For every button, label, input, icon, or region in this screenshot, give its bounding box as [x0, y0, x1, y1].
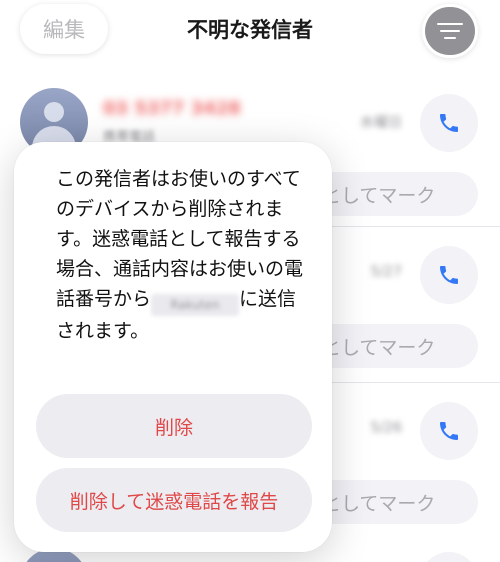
- caller-number: 03 5377 3428: [103, 98, 241, 119]
- unknown-callers-screen: 編集 不明な発信者 03 5377 3428 携帯電話 水曜日 としてマーク 5…: [0, 0, 500, 562]
- phone-icon: [440, 266, 458, 284]
- delete-caller-popover: この発信者はお使いのすべてのデバイスから削除されます。迷惑電話として報告する場合…: [14, 142, 332, 552]
- delete-and-report-label: 削除して迷惑電話を報告: [69, 490, 279, 513]
- delete-button[interactable]: 削除: [36, 394, 312, 458]
- call-button[interactable]: [420, 246, 478, 304]
- redacted-carrier-name: Rakuten: [151, 294, 240, 316]
- call-button[interactable]: [420, 552, 478, 562]
- delete-and-report-button[interactable]: 削除して迷惑電話を報告: [36, 468, 312, 532]
- call-time: 5/26: [370, 420, 402, 436]
- mark-as-label: としてマーク: [322, 184, 436, 207]
- mark-as-label: としてマーク: [322, 336, 436, 359]
- mark-as-label: としてマーク: [322, 492, 436, 515]
- call-time: 5/27: [370, 264, 402, 280]
- filter-icon: [425, 7, 475, 55]
- call-button[interactable]: [420, 94, 478, 152]
- phone-icon: [440, 422, 458, 440]
- call-button[interactable]: [420, 402, 478, 460]
- filter-button[interactable]: [422, 4, 478, 58]
- phone-icon: [440, 114, 458, 132]
- navigation-bar: 編集 不明な発信者: [0, 0, 500, 62]
- call-time: 水曜日: [360, 115, 402, 131]
- popover-message: この発信者はお使いのすべてのデバイスから削除されます。迷惑電話として報告する場合…: [56, 164, 306, 346]
- delete-button-label: 削除: [154, 416, 193, 439]
